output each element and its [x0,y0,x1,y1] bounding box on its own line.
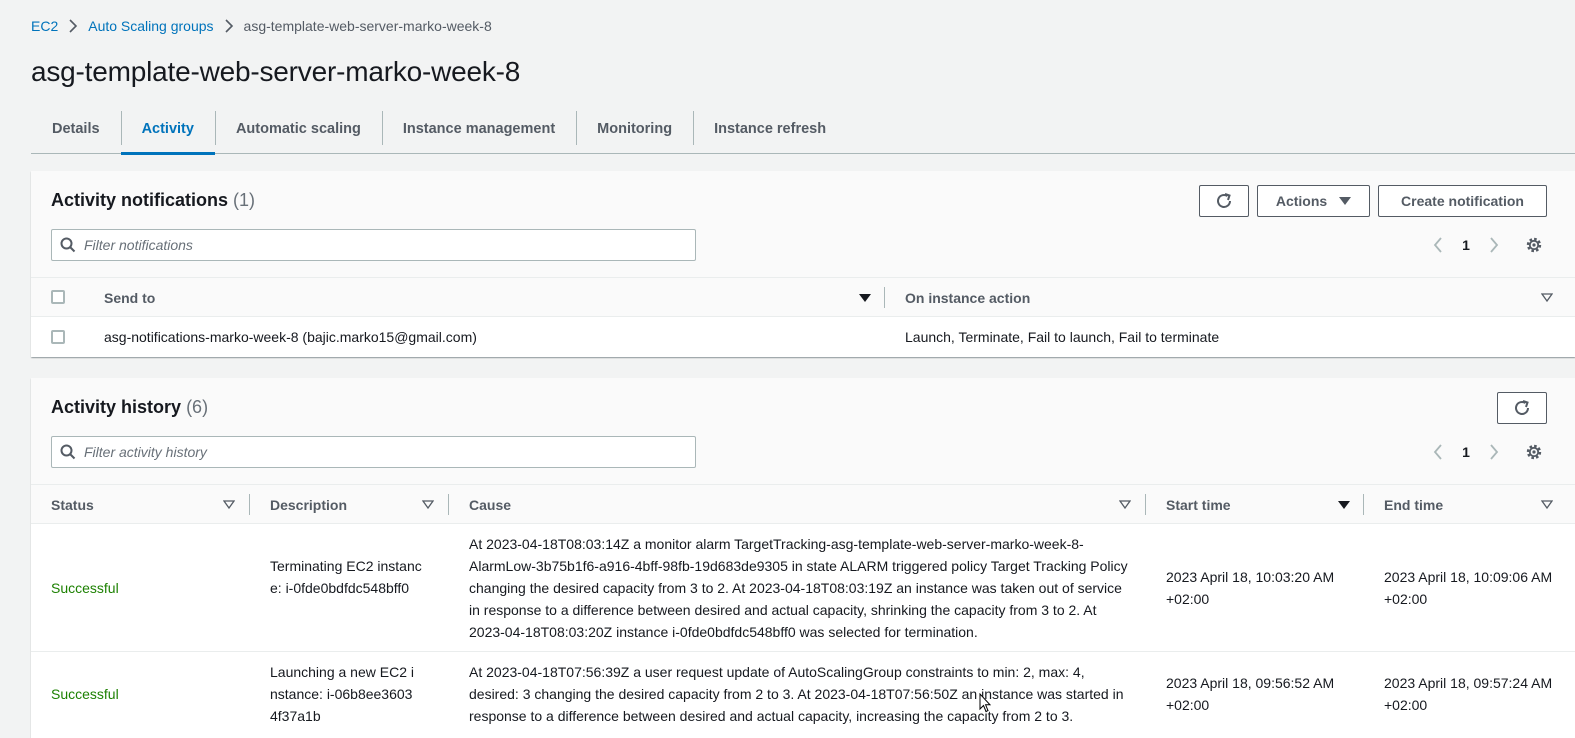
sort-desc-icon[interactable] [858,291,872,305]
sort-desc-icon[interactable] [1337,498,1351,512]
notifications-title: Activity notifications (1) [51,190,255,211]
gear-icon[interactable] [1523,441,1545,463]
tab-instance-refresh[interactable]: Instance refresh [693,104,847,153]
filter-history-input[interactable] [84,444,684,460]
column-header-on-instance-action[interactable]: On instance action [905,278,1030,317]
filter-history-search[interactable] [51,436,696,468]
breadcrumb-link-auto-scaling-groups[interactable]: Auto Scaling groups [88,18,213,34]
notifications-title-text: Activity notifications [51,190,229,210]
create-notification-button[interactable]: Create notification [1378,185,1547,217]
status-cell: Successful [51,686,119,702]
table-row: Successful Terminating EC2 instance: i-0… [31,524,1575,652]
history-count: (6) [186,397,209,417]
breadcrumb-link-ec2[interactable]: EC2 [31,18,58,34]
table-row: Successful Launching a new EC2 instance:… [31,652,1575,738]
history-title-text: Activity history [51,397,182,417]
cause-cell: At 2023-04-18T07:56:39Z a user request u… [469,664,1124,724]
tab-automatic-scaling[interactable]: Automatic scaling [214,104,382,153]
sort-icon[interactable] [1540,498,1554,512]
gear-icon[interactable] [1523,234,1545,256]
history-pagination: 1 [1425,439,1507,465]
breadcrumb: EC2 Auto Scaling groups asg-template-web… [31,17,492,35]
column-header-send-to[interactable]: Send to [104,278,155,317]
tab-bar: Details Activity Automatic scaling Insta… [31,104,1575,155]
send-to-cell: asg-notifications-marko-week-8 (bajic.ma… [104,329,477,345]
mouse-cursor-icon [979,692,992,716]
page-title: asg-template-web-server-marko-week-8 [31,56,521,87]
start-time-cell: 2023 April 18, 10:03:20 AM +02:00 [1166,569,1335,607]
actions-label: Actions [1275,193,1328,209]
caret-down-icon [1339,196,1352,206]
column-header-status[interactable]: Status [51,485,94,524]
table-row: asg-notifications-marko-week-8 (bajic.ma… [31,317,1575,357]
breadcrumb-current: asg-template-web-server-marko-week-8 [243,18,492,34]
prev-page-icon[interactable] [1425,232,1451,258]
activity-history-panel: Activity history (6) 1 Status Descriptio… [31,378,1575,738]
column-header-description[interactable]: Description [270,485,347,524]
activity-notifications-panel: Activity notifications (1) Actions Creat… [31,171,1575,357]
cause-cell: At 2023-04-18T08:03:14Z a monitor alarm … [469,536,1128,640]
refresh-history-button[interactable] [1497,392,1547,424]
tab-activity[interactable]: Activity [120,104,216,155]
tab-instance-management[interactable]: Instance management [381,104,576,153]
chevron-right-icon [62,17,84,35]
history-page-number[interactable]: 1 [1451,444,1481,460]
status-cell: Successful [51,580,119,596]
search-icon [52,237,84,253]
sort-icon[interactable] [421,498,435,512]
sort-icon[interactable] [1118,498,1132,512]
end-time-cell: 2023 April 18, 09:57:24 AM +02:00 [1384,675,1553,713]
start-time-cell: 2023 April 18, 09:56:52 AM +02:00 [1166,675,1335,713]
chevron-right-icon [218,17,240,35]
history-title: Activity history (6) [51,397,208,418]
column-header-start-time[interactable]: Start time [1166,485,1231,524]
notifications-table-header: Send to On instance action [31,277,1575,317]
end-time-cell: 2023 April 18, 10:09:06 AM +02:00 [1384,569,1553,607]
filter-notifications-input[interactable] [84,237,684,253]
description-cell: Terminating EC2 instance: i-0fde0bdfdc54… [270,558,422,596]
column-header-cause[interactable]: Cause [469,485,511,524]
notifications-count: (1) [233,190,256,210]
refresh-notifications-button[interactable] [1199,185,1249,217]
select-all-checkbox[interactable] [51,290,65,304]
sort-icon[interactable] [222,498,236,512]
history-table-header: Status Description Cause Start time End … [31,484,1575,524]
filter-notifications-search[interactable] [51,229,696,261]
tab-monitoring[interactable]: Monitoring [576,104,693,153]
sort-icon[interactable] [1540,291,1554,305]
next-page-icon[interactable] [1481,439,1507,465]
description-cell: Launching a new EC2 instance: i-06b8ee36… [270,664,414,724]
row-checkbox[interactable] [51,330,65,344]
prev-page-icon[interactable] [1425,439,1451,465]
tab-details[interactable]: Details [31,104,121,153]
notifications-pagination: 1 [1425,232,1507,258]
next-page-icon[interactable] [1481,232,1507,258]
refresh-icon [1513,399,1531,417]
actions-dropdown-button[interactable]: Actions [1257,185,1370,217]
column-header-end-time[interactable]: End time [1384,485,1443,524]
refresh-icon [1215,192,1233,210]
notifications-page-number[interactable]: 1 [1451,237,1481,253]
search-icon [52,444,84,460]
instance-action-cell: Launch, Terminate, Fail to launch, Fail … [905,329,1220,345]
